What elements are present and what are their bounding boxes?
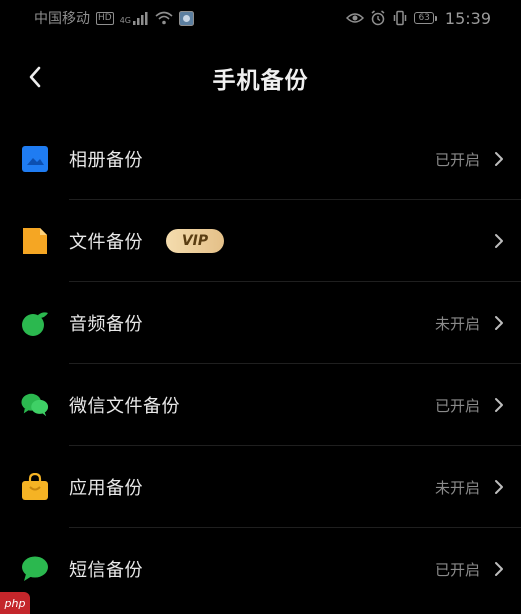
battery-level: 63 — [414, 12, 434, 24]
row-label: 微信文件备份 — [69, 396, 180, 417]
cellular-signal-icon — [133, 11, 148, 25]
status-left: 中国移动 HD 4G — [34, 8, 194, 28]
list-item-wechat-backup[interactable]: 微信文件备份 已开启 — [0, 364, 521, 446]
app-header: 手机备份 — [0, 52, 521, 102]
page-title: 手机备份 — [212, 68, 309, 94]
row-label: 文件备份 — [69, 232, 143, 253]
sms-icon — [21, 555, 49, 583]
row-status: 已开启 — [434, 150, 480, 169]
list-item-sms-backup[interactable]: 短信备份 已开启 — [0, 528, 521, 610]
list-item-file-backup[interactable]: 文件备份 VIP — [0, 200, 521, 282]
vibrate-icon — [394, 10, 407, 26]
carrier-name: 中国移动 — [34, 11, 90, 27]
clock-time: 15:39 — [444, 8, 491, 28]
list-item-app-backup[interactable]: 应用备份 未开启 — [0, 446, 521, 528]
photo-icon — [21, 145, 49, 173]
hd-badge: HD — [96, 11, 114, 25]
list-item-audio-backup[interactable]: 音频备份 未开启 — [0, 282, 521, 364]
chevron-right-icon — [491, 561, 507, 577]
network-type: 4G — [119, 16, 131, 25]
status-bar: 中国移动 HD 4G 63 15:39 — [0, 0, 521, 36]
chevron-right-icon — [491, 151, 507, 167]
row-label: 相册备份 — [69, 150, 143, 171]
row-status: 未开启 — [434, 314, 480, 333]
vip-badge: VIP — [166, 229, 224, 253]
wifi-icon — [155, 11, 173, 25]
row-status: 已开启 — [434, 396, 480, 415]
row-label: 音频备份 — [69, 314, 143, 335]
wechat-icon — [21, 391, 49, 419]
row-label: 短信备份 — [69, 560, 143, 581]
chevron-right-icon — [491, 397, 507, 413]
chevron-right-icon — [491, 315, 507, 331]
chevron-right-icon — [491, 233, 507, 249]
row-status: 未开启 — [434, 478, 480, 497]
notification-app-icon — [179, 10, 194, 26]
list-item-photo-backup[interactable]: 相册备份 已开启 — [0, 118, 521, 200]
status-right: 63 15:39 — [346, 9, 491, 28]
row-status: 已开启 — [434, 560, 480, 579]
file-icon — [21, 227, 49, 255]
app-bag-icon — [21, 473, 49, 501]
eye-comfort-icon — [346, 13, 365, 23]
php-watermark: php — [0, 592, 30, 614]
alarm-icon — [371, 10, 385, 26]
battery-tip — [434, 15, 437, 21]
music-icon — [21, 309, 49, 337]
chevron-right-icon — [491, 479, 507, 495]
backup-list: 相册备份 已开启 文件备份 VIP 音频备份 未开启 微信文件备份 已开启 应用… — [0, 118, 521, 610]
row-label: 应用备份 — [69, 478, 143, 499]
battery-indicator: 63 — [414, 12, 437, 24]
